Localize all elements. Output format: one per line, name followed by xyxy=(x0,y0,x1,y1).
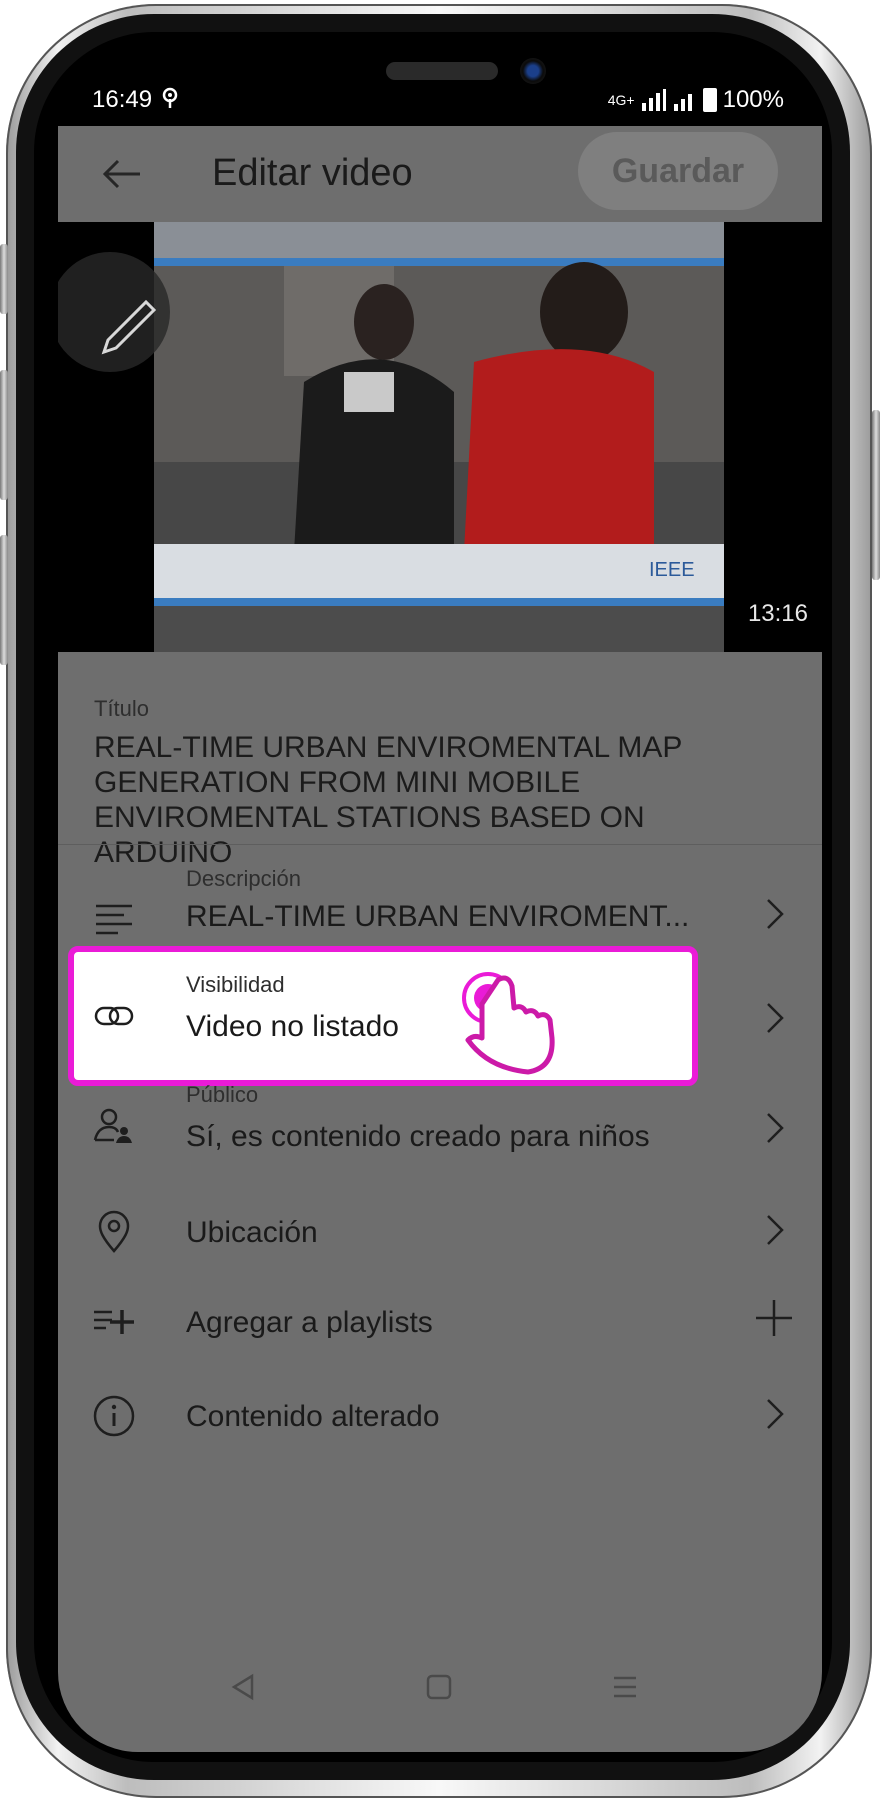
plus-icon xyxy=(756,1300,792,1336)
battery-icon xyxy=(702,88,717,112)
status-bar: 16:49 4G+ 100% xyxy=(58,76,822,126)
location-row[interactable]: Ubicación xyxy=(58,1186,822,1276)
video-preview[interactable]: IEEE 13:16 xyxy=(58,222,822,652)
app-bar: Editar video Guardar xyxy=(58,126,822,222)
edit-thumbnail-button[interactable] xyxy=(58,252,170,372)
thumbnail-image: IEEE xyxy=(154,222,724,652)
system-nav-bar xyxy=(58,1646,822,1726)
altered-content-row[interactable]: Contenido alterado xyxy=(58,1366,822,1466)
tap-hand-icon xyxy=(462,972,555,1075)
link-icon xyxy=(94,1006,134,1026)
power-button xyxy=(872,410,880,580)
back-arrow-icon[interactable] xyxy=(98,150,146,198)
video-thumbnail: IEEE xyxy=(154,222,724,652)
visibility-row[interactable]: Visibilidad Video no listado xyxy=(58,946,822,1086)
description-value: REAL-TIME URBAN ENVIROMENT... xyxy=(186,900,690,933)
info-icon xyxy=(93,1395,135,1437)
battery-level: 100% xyxy=(722,86,784,113)
location-value: Ubicación xyxy=(186,1216,318,1249)
playlist-add-icon xyxy=(94,1310,134,1334)
chevron-right-icon xyxy=(767,1003,784,1033)
playlists-value: Agregar a playlists xyxy=(186,1306,433,1339)
home-nav-icon[interactable] xyxy=(424,1672,454,1702)
visibility-label: Visibilidad xyxy=(186,972,285,997)
divider xyxy=(58,844,822,845)
volume-button xyxy=(0,370,8,500)
description-icon xyxy=(96,904,132,935)
audience-label: Público xyxy=(186,1082,259,1107)
playlists-row[interactable]: Agregar a playlists xyxy=(58,1276,822,1366)
location-pin-icon xyxy=(98,1210,130,1253)
visibility-value: Video no listado xyxy=(186,1010,399,1043)
status-time: 16:49 xyxy=(92,86,181,114)
recents-nav-icon[interactable] xyxy=(610,1672,640,1702)
network-type: 4G+ xyxy=(607,92,635,108)
hotspot-icon xyxy=(162,87,177,108)
chevron-right-icon xyxy=(767,1113,784,1143)
signal-icon-2 xyxy=(673,94,692,111)
title-value[interactable]: REAL-TIME URBAN ENVIROMENTAL MAP GENERAT… xyxy=(94,730,744,870)
pencil-icon xyxy=(101,299,157,355)
side-button xyxy=(0,244,8,314)
video-duration: 13:16 xyxy=(747,600,808,627)
screen: Editar video Guardar IEEE 13:16 Título R… xyxy=(58,126,822,1752)
title-label: Título xyxy=(94,696,150,721)
signal-icon xyxy=(641,89,666,111)
audience-icon xyxy=(93,1108,132,1143)
status-icons: 4G+ 100% xyxy=(608,86,784,114)
page-title: Editar video xyxy=(212,152,413,194)
ieee-watermark: IEEE xyxy=(649,559,695,581)
altered-content-value: Contenido alterado xyxy=(186,1400,440,1433)
chevron-right-icon xyxy=(767,1399,784,1429)
save-button[interactable]: Guardar xyxy=(578,132,778,210)
volume-button xyxy=(0,535,8,665)
audience-value: Sí, es contenido creado para niños xyxy=(186,1120,650,1153)
chevron-right-icon xyxy=(767,899,784,929)
description-label: Descripción xyxy=(186,866,301,891)
chevron-right-icon xyxy=(767,1215,784,1245)
audience-row[interactable]: Público Sí, es contenido creado para niñ… xyxy=(58,1082,822,1186)
back-nav-icon[interactable] xyxy=(228,1672,258,1702)
